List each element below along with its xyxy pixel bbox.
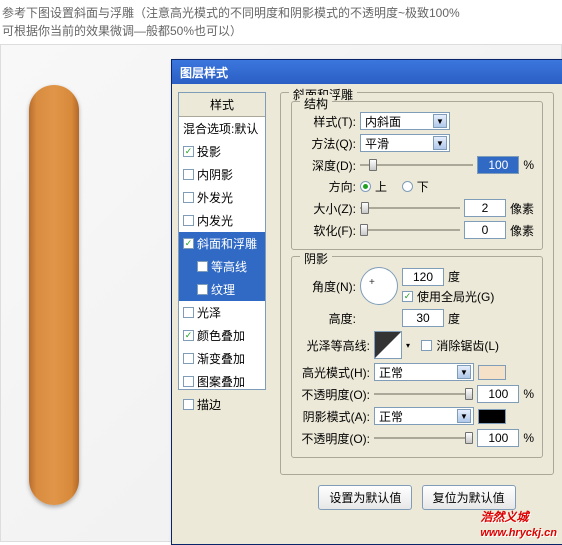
style-checkbox[interactable]: [183, 169, 194, 180]
chevron-down-icon: ▼: [457, 409, 471, 423]
style-item-渐变叠加[interactable]: 渐变叠加: [179, 347, 265, 370]
style-checkbox[interactable]: [183, 307, 194, 318]
shadow-opacity-slider[interactable]: [374, 430, 473, 446]
depth-slider[interactable]: [360, 157, 473, 173]
style-checkbox[interactable]: [197, 284, 208, 295]
style-checkbox[interactable]: [183, 353, 194, 364]
antialias-checkbox[interactable]: [421, 340, 432, 351]
shadow-opacity-input[interactable]: 100: [477, 429, 519, 447]
size-input[interactable]: 2: [464, 199, 506, 217]
highlight-mode-label: 高光模式(H):: [300, 364, 370, 381]
shading-title: 阴影: [300, 250, 332, 267]
angle-label: 角度(N):: [300, 278, 356, 295]
depth-input[interactable]: 100: [477, 156, 519, 174]
instruction-text-2: 可根据你当前的效果微调—般都50%也可以）: [2, 24, 242, 38]
direction-label: 方向:: [300, 178, 356, 195]
style-checkbox[interactable]: [183, 146, 194, 157]
shadow-mode-label: 阴影模式(A):: [300, 408, 370, 425]
highlight-opacity-input[interactable]: 100: [477, 385, 519, 403]
style-checkbox[interactable]: [183, 238, 194, 249]
angle-wheel[interactable]: [360, 267, 398, 305]
direction-down-radio[interactable]: [402, 181, 413, 192]
global-light-checkbox[interactable]: [402, 291, 413, 302]
style-item-纹理[interactable]: 纹理: [179, 278, 265, 301]
shadow-opacity-label: 不透明度(O):: [300, 430, 370, 447]
style-checkbox[interactable]: [183, 330, 194, 341]
blending-options[interactable]: 混合选项:默认: [179, 117, 265, 140]
style-checkbox[interactable]: [183, 215, 194, 226]
style-item-图案叠加[interactable]: 图案叠加: [179, 370, 265, 393]
style-checkbox[interactable]: [197, 261, 208, 272]
altitude-input[interactable]: 30: [402, 309, 444, 327]
soften-slider[interactable]: [360, 222, 460, 238]
style-item-描边[interactable]: 描边: [179, 393, 265, 416]
styles-header[interactable]: 样式: [179, 93, 265, 117]
gloss-contour-picker[interactable]: [374, 331, 402, 359]
highlight-opacity-slider[interactable]: [374, 386, 473, 402]
shadow-color-swatch[interactable]: [478, 409, 506, 424]
style-item-颜色叠加[interactable]: 颜色叠加: [179, 324, 265, 347]
style-item-等高线[interactable]: 等高线: [179, 255, 265, 278]
chevron-down-icon: ▼: [433, 114, 447, 128]
style-checkbox[interactable]: [183, 399, 194, 410]
style-item-光泽[interactable]: 光泽: [179, 301, 265, 324]
gloss-contour-label: 光泽等高线:: [300, 337, 370, 354]
structure-title: 结构: [300, 95, 332, 112]
style-item-外发光[interactable]: 外发光: [179, 186, 265, 209]
highlight-color-swatch[interactable]: [478, 365, 506, 380]
style-item-投影[interactable]: 投影: [179, 140, 265, 163]
style-item-内发光[interactable]: 内发光: [179, 209, 265, 232]
technique-select[interactable]: 平滑▼: [360, 134, 450, 152]
soften-label: 软化(F):: [300, 222, 356, 239]
highlight-mode-select[interactable]: 正常▼: [374, 363, 474, 381]
size-label: 大小(Z):: [300, 200, 356, 217]
sample-shape: [29, 85, 79, 505]
style-label: 样式(T):: [300, 113, 356, 130]
style-item-内阴影[interactable]: 内阴影: [179, 163, 265, 186]
style-checkbox[interactable]: [183, 192, 194, 203]
style-select[interactable]: 内斜面▼: [360, 112, 450, 130]
styles-list: 样式 混合选项:默认 投影内阴影外发光内发光斜面和浮雕等高线纹理光泽颜色叠加渐变…: [178, 92, 266, 390]
make-default-button[interactable]: 设置为默认值: [318, 485, 412, 510]
canvas-area: 图层样式 样式 混合选项:默认 投影内阴影外发光内发光斜面和浮雕等高线纹理光泽颜…: [0, 44, 562, 542]
highlight-opacity-label: 不透明度(O):: [300, 386, 370, 403]
size-slider[interactable]: [360, 200, 460, 216]
depth-label: 深度(D):: [300, 157, 356, 174]
soften-input[interactable]: 0: [464, 221, 506, 239]
altitude-label: 高度:: [300, 310, 356, 327]
technique-label: 方法(Q):: [300, 135, 356, 152]
watermark: 浩然义城 www.hryckj.cn: [480, 501, 557, 539]
shadow-mode-select[interactable]: 正常▼: [374, 407, 474, 425]
direction-up-radio[interactable]: [360, 181, 371, 192]
angle-input[interactable]: 120: [402, 268, 444, 286]
style-item-斜面和浮雕[interactable]: 斜面和浮雕: [179, 232, 265, 255]
dialog-title[interactable]: 图层样式: [172, 60, 562, 84]
style-checkbox[interactable]: [183, 376, 194, 387]
chevron-down-icon: ▼: [457, 365, 471, 379]
instruction-text: 参考下图设置斜面与浮雕（注意高光模式的不同明度和阴影模式的不透明度~极致100%: [2, 6, 460, 20]
layer-style-dialog: 图层样式 样式 混合选项:默认 投影内阴影外发光内发光斜面和浮雕等高线纹理光泽颜…: [171, 59, 562, 545]
chevron-down-icon: ▼: [433, 136, 447, 150]
